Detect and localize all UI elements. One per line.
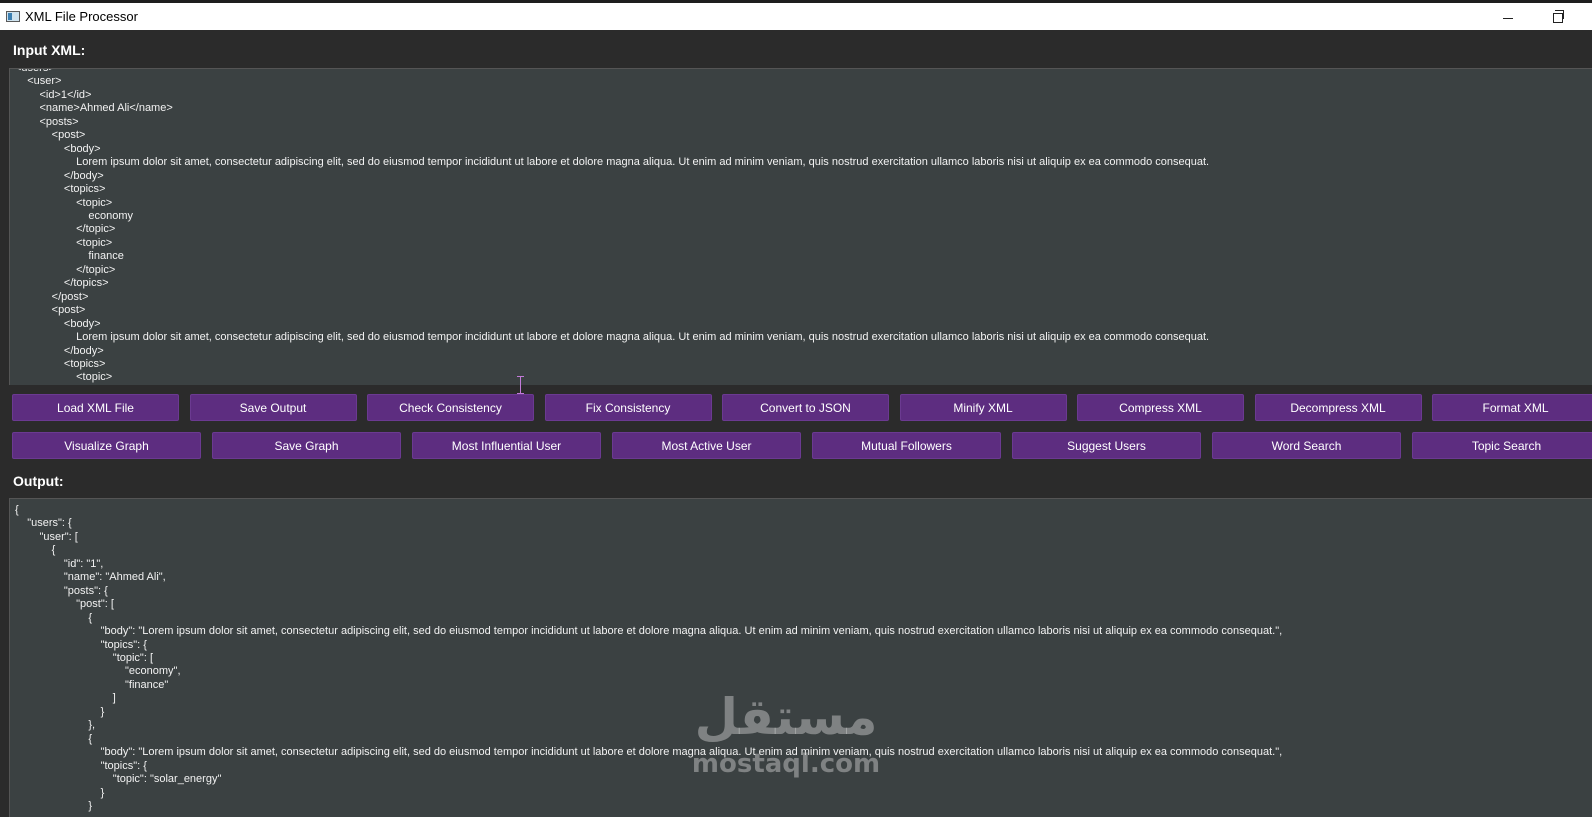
input-xml-text[interactable]: <users> <user> <id>1</id> <name>Ahmed Al… — [10, 69, 1592, 385]
load-xml-file-button[interactable]: Load XML File — [12, 394, 179, 421]
maximize-button[interactable] — [1538, 6, 1578, 30]
input-xml-editor[interactable]: <users> <user> <id>1</id> <name>Ahmed Al… — [9, 68, 1592, 385]
check-consistency-button[interactable]: Check Consistency — [367, 394, 534, 421]
mutual-followers-button[interactable]: Mutual Followers — [812, 432, 1001, 459]
minify-xml-button[interactable]: Minify XML — [899, 394, 1067, 421]
convert-to-json-button[interactable]: Convert to JSON — [722, 394, 889, 421]
word-search-button[interactable]: Word Search — [1212, 432, 1401, 459]
most-active-user-button[interactable]: Most Active User — [612, 432, 801, 459]
compress-xml-button[interactable]: Compress XML — [1077, 394, 1244, 421]
format-xml-button[interactable]: Format XML — [1432, 394, 1592, 421]
minimize-icon — [1503, 17, 1513, 19]
input-xml-label: Input XML: — [13, 42, 86, 58]
most-influential-user-button[interactable]: Most Influential User — [412, 432, 601, 459]
title-bar: XML File Processor — [0, 0, 1592, 30]
fix-consistency-button[interactable]: Fix Consistency — [544, 394, 712, 421]
topic-search-button[interactable]: Topic Search — [1412, 432, 1592, 459]
decompress-xml-button[interactable]: Decompress XML — [1254, 394, 1422, 421]
restore-icon — [1553, 10, 1564, 23]
minimize-button[interactable] — [1488, 6, 1528, 30]
visualize-graph-button[interactable]: Visualize Graph — [12, 432, 201, 459]
output-label: Output: — [13, 473, 64, 489]
app-icon — [6, 11, 20, 22]
text-cursor-icon — [517, 376, 524, 394]
suggest-users-button[interactable]: Suggest Users — [1012, 432, 1201, 459]
output-editor[interactable]: { "users": { "user": [ { "id": "1", "nam… — [9, 498, 1592, 817]
save-output-button[interactable]: Save Output — [189, 394, 357, 421]
window-title: XML File Processor — [25, 9, 138, 24]
save-graph-button[interactable]: Save Graph — [212, 432, 401, 459]
output-text[interactable]: { "users": { "user": [ { "id": "1", "nam… — [10, 504, 1592, 813]
